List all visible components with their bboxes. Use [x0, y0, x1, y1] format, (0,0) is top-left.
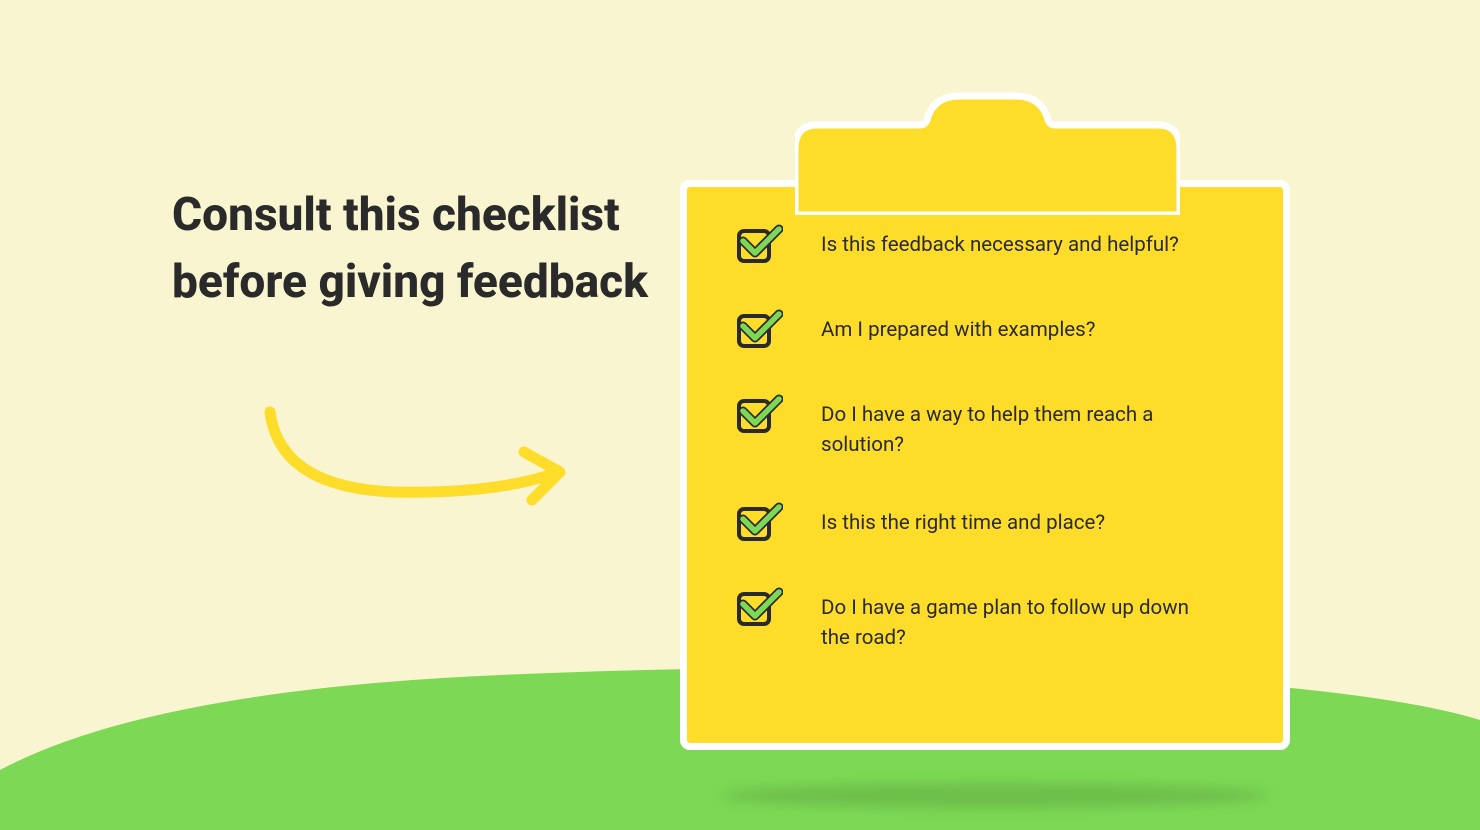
checkmark-icon	[735, 389, 783, 437]
page-heading: Consult this checklist before giving fee…	[172, 182, 692, 315]
checkmark-icon	[735, 497, 783, 545]
clipboard-clip	[795, 90, 1180, 210]
checkmark-icon	[735, 219, 783, 267]
checklist-item: Do I have a way to help them reach a sol…	[735, 395, 1245, 460]
checklist-item-text: Is this the right time and place?	[821, 503, 1105, 539]
checklist-item: Is this the right time and place?	[735, 503, 1245, 545]
checklist: Is this feedback necessary and helpful? …	[735, 225, 1245, 697]
checklist-item-text: Is this feedback necessary and helpful?	[821, 225, 1179, 261]
clipboard-shadow	[720, 783, 1270, 808]
checklist-item: Is this feedback necessary and helpful?	[735, 225, 1245, 267]
checkmark-icon	[735, 582, 783, 630]
arrow-icon	[260, 400, 580, 520]
clipboard: Is this feedback necessary and helpful? …	[680, 90, 1290, 780]
checkmark-icon	[735, 304, 783, 352]
checklist-item: Do I have a game plan to follow up down …	[735, 588, 1245, 653]
checklist-item-text: Do I have a way to help them reach a sol…	[821, 395, 1191, 460]
checklist-item-text: Do I have a game plan to follow up down …	[821, 588, 1191, 653]
checklist-item-text: Am I prepared with examples?	[821, 310, 1095, 346]
checklist-item: Am I prepared with examples?	[735, 310, 1245, 352]
